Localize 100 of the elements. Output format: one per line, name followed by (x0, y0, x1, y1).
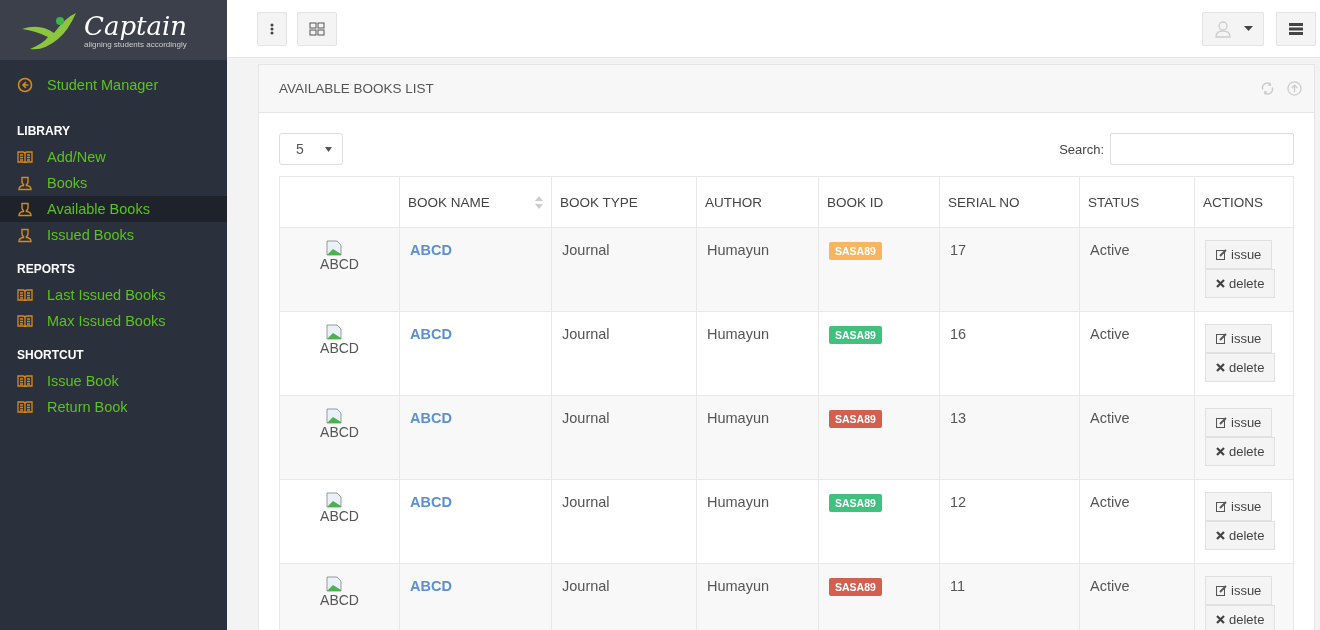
issue-button[interactable]: issue (1205, 492, 1273, 521)
sidebar-item[interactable]: Issued Books (0, 222, 227, 248)
table-cell: Active (1090, 578, 1130, 594)
image-alt-text: ABCD (320, 592, 359, 608)
table-cell: Journal (562, 410, 610, 426)
column-label: BOOK ID (827, 194, 884, 210)
grid-icon (309, 21, 325, 36)
table-cell: Journal (562, 578, 610, 594)
column-label: STATUS (1088, 194, 1140, 210)
issue-button[interactable]: issue (1205, 240, 1273, 269)
open-book-icon (17, 373, 33, 389)
issue-button[interactable]: issue (1205, 576, 1273, 605)
section-heading: REPORTS (16, 261, 76, 278)
close-icon (1216, 363, 1225, 372)
table-cell: Active (1090, 494, 1130, 510)
delete-button[interactable]: delete (1205, 269, 1276, 298)
book-id-tag: SASA89 (829, 494, 882, 512)
user-icon (17, 227, 33, 243)
book-id-tag: SASA89 (829, 578, 882, 596)
open-book-icon (17, 149, 33, 165)
arrow-up-circle-icon[interactable] (1287, 81, 1302, 96)
table-cell: 11 (950, 578, 966, 594)
book-id-tag: SASA89 (829, 326, 882, 344)
book-name-link[interactable]: ABCD (410, 242, 452, 258)
sort-icon[interactable] (535, 196, 543, 209)
logo-tagline: aligning students accordingly (84, 39, 188, 49)
table-cell: Humayun (707, 578, 770, 594)
close-icon (1216, 531, 1225, 540)
edit-icon (1216, 501, 1227, 512)
edit-icon (1216, 333, 1227, 344)
delete-button[interactable]: delete (1205, 437, 1276, 466)
back-link[interactable]: Student Manager (0, 72, 227, 98)
server-stack-icon (1289, 22, 1303, 35)
table-cell: Active (1090, 326, 1130, 342)
vertical-dots-icon (270, 22, 274, 35)
caret-icon (1243, 26, 1253, 31)
book-name-link[interactable]: ABCD (410, 410, 452, 426)
column-label: SERIAL NO (948, 194, 1020, 210)
column-label: BOOK TYPE (560, 194, 638, 210)
sidebar-item[interactable]: Books (0, 170, 227, 196)
issue-button[interactable]: issue (1205, 408, 1273, 437)
edit-icon (1216, 585, 1227, 596)
book-id-tag: SASA89 (829, 242, 882, 260)
book-name-link[interactable]: ABCD (410, 578, 452, 594)
broken-image-icon (326, 324, 342, 340)
delete-button[interactable]: delete (1205, 521, 1276, 550)
sidebar-item[interactable]: Issue Book (0, 368, 227, 394)
image-alt-text: ABCD (320, 340, 359, 356)
grid-button[interactable] (297, 11, 337, 46)
sidebar-item[interactable]: Return Book (0, 394, 227, 420)
broken-image-icon (326, 408, 342, 424)
broken-image-icon (326, 492, 342, 508)
broken-image-icon (326, 576, 342, 592)
user-icon (1213, 19, 1232, 38)
table-cell: Journal (562, 242, 610, 258)
column-label: BOOK NAME (408, 194, 490, 210)
close-icon (1216, 447, 1225, 456)
edit-icon (1216, 417, 1227, 428)
table-cell: 17 (950, 242, 967, 258)
table-cell: Active (1090, 242, 1130, 258)
delete-button[interactable]: delete (1205, 353, 1276, 382)
image-alt-text: ABCD (320, 256, 359, 272)
more-button[interactable] (257, 11, 287, 46)
table-cell: Humayun (707, 494, 770, 510)
issue-button[interactable]: issue (1205, 324, 1273, 353)
refresh-icon[interactable] (1260, 81, 1275, 96)
open-book-icon (17, 287, 33, 303)
edit-icon (1216, 249, 1227, 260)
table-cell: Humayun (707, 242, 770, 258)
back-circle-icon (17, 77, 33, 93)
user-icon (17, 175, 33, 191)
page-size-select[interactable]: 5 (279, 133, 343, 165)
sidebar-item[interactable]: Available Books (0, 196, 227, 222)
table-cell: 16 (950, 326, 967, 342)
panel-title: AVAILABLE BOOKS LIST (279, 81, 435, 96)
delete-button[interactable]: delete (1205, 605, 1276, 630)
book-id-tag: SASA89 (829, 410, 882, 428)
table-cell: 12 (950, 494, 967, 510)
close-icon (1216, 615, 1225, 624)
caret-icon (325, 146, 332, 152)
section-heading: LIBRARY (16, 123, 71, 140)
table-cell: 13 (950, 410, 967, 426)
image-alt-text: ABCD (320, 508, 359, 524)
sidebar-item[interactable]: Add/New (0, 144, 227, 170)
book-name-link[interactable]: ABCD (410, 326, 452, 342)
logo-name: Captain (84, 11, 188, 40)
open-book-icon (17, 399, 33, 415)
table-cell: Humayun (707, 326, 770, 342)
column-label: AUTHOR (705, 194, 762, 210)
sidebar-item[interactable]: Last Issued Books (0, 282, 227, 308)
table-cell: Journal (562, 494, 610, 510)
sidebar-item[interactable]: Max Issued Books (0, 308, 227, 334)
user-icon (17, 201, 33, 217)
panel-toggle-button[interactable] (1276, 11, 1316, 46)
user-menu-button[interactable] (1202, 11, 1264, 46)
search-field[interactable] (1110, 133, 1294, 165)
table-cell: Humayun (707, 410, 770, 426)
section-heading: SHORTCUT (16, 347, 85, 364)
book-name-link[interactable]: ABCD (410, 494, 452, 510)
close-icon (1216, 279, 1225, 288)
